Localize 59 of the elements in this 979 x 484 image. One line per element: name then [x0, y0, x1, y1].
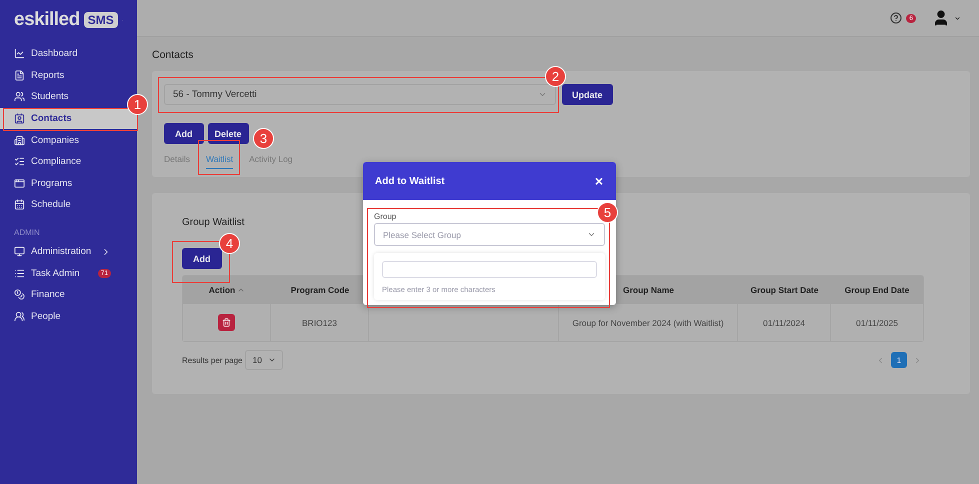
sidebar-item[interactable]: Companies	[0, 129, 125, 151]
column-header[interactable]: Group End Date	[831, 276, 923, 304]
user-icon[interactable]	[932, 9, 950, 27]
modal-title: Add to Waitlist	[375, 176, 445, 186]
sidebar-item[interactable]: Contacts	[0, 108, 137, 130]
add-button[interactable]: Add	[164, 123, 204, 144]
delete-button[interactable]: Delete	[208, 123, 249, 144]
section-heading: ADMIN	[13, 226, 41, 239]
trash-icon	[222, 318, 231, 327]
previous-icon[interactable]	[876, 356, 885, 364]
sidebar-item[interactable]: Dashboard	[0, 43, 125, 65]
close-button[interactable]: ×	[594, 174, 603, 188]
sidebar-item[interactable]: Students	[0, 86, 125, 108]
brand-badge: SMS	[84, 12, 118, 28]
column-header[interactable]: Group Start Date	[738, 276, 831, 304]
sidebar-item-icon	[14, 48, 25, 60]
sidebar-item[interactable]: Reports	[0, 64, 125, 86]
contact-select[interactable]: 56 - Tommy Vercetti	[164, 84, 556, 105]
sidebar-item[interactable]: Schedule	[0, 194, 125, 216]
sort-icon[interactable]	[237, 286, 246, 294]
sidebar-item-icon	[14, 289, 25, 300]
sidebar-item-icon	[14, 91, 25, 102]
callout-number: 2	[545, 66, 566, 87]
sidebar-item-icon	[14, 246, 25, 258]
results-label: Results per page	[182, 356, 242, 364]
caret-icon[interactable]	[954, 14, 961, 22]
sidebar-item-icon	[14, 178, 25, 189]
sidebar-item-icon	[14, 156, 25, 168]
callout-number: 1	[127, 94, 148, 115]
sidebar-item-icon	[14, 134, 25, 146]
chevron-down-icon	[587, 230, 596, 239]
sidebar-item-icon	[14, 310, 25, 322]
sidebar-item-icon	[14, 113, 25, 124]
highlight-frame	[198, 140, 240, 175]
update-button[interactable]: Update	[562, 84, 613, 105]
page-size-select[interactable]: 10	[245, 350, 283, 370]
chevron-down-icon	[538, 90, 547, 99]
add-button[interactable]: Add	[182, 248, 222, 269]
page-button[interactable]: 1	[891, 352, 907, 368]
sidebar-item-icon	[14, 199, 25, 210]
sidebar-item[interactable]: Finance	[0, 284, 125, 306]
next-icon[interactable]	[913, 356, 922, 364]
page-title: Contacts	[152, 49, 194, 61]
field-label: Group	[374, 212, 398, 221]
search-field[interactable]	[382, 261, 597, 278]
delete-button[interactable]	[218, 314, 235, 331]
chevron-down-icon	[268, 356, 276, 364]
sidebar-item-icon	[14, 70, 25, 81]
help-icon[interactable]	[890, 12, 902, 24]
sidebar-item[interactable]: Compliance	[0, 150, 125, 173]
table-cell-text: 01/11/2025	[855, 316, 899, 330]
section-title: Group Waitlist	[182, 217, 244, 228]
sidebar-item[interactable]: People	[0, 306, 125, 328]
sidebar-item[interactable]: Administration	[0, 240, 125, 262]
column-header[interactable]: Action	[183, 276, 271, 304]
table-cell: 01/11/2024	[738, 304, 831, 341]
sidebar-item[interactable]: Programs	[0, 172, 125, 194]
brand-logo: eskilled	[14, 9, 80, 31]
sidebar-item-icon	[14, 268, 25, 279]
